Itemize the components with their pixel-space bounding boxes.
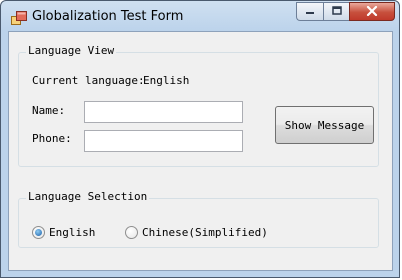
title-bar[interactable]: Globalization Test Form	[1, 1, 401, 33]
radio-chinese-simplified[interactable]: Chinese(Simplified)	[125, 226, 268, 239]
show-message-button[interactable]: Show Message	[275, 106, 374, 144]
minimize-icon	[305, 3, 315, 21]
current-language-label: Current language:	[32, 74, 145, 87]
phone-label: Phone:	[32, 132, 72, 145]
phone-input[interactable]	[84, 130, 243, 152]
close-icon	[366, 3, 378, 21]
minimize-button[interactable]	[296, 2, 323, 21]
language-view-legend: Language View	[26, 44, 117, 57]
close-button[interactable]	[349, 2, 395, 21]
caption-buttons	[296, 2, 395, 21]
current-language-value: English	[143, 74, 190, 87]
maximize-button[interactable]	[323, 2, 349, 21]
language-view-group: Language View Current language: English …	[18, 44, 379, 167]
radio-english-label[interactable]: English	[49, 226, 95, 239]
language-selection-legend: Language Selection	[26, 190, 150, 203]
name-label: Name:	[32, 104, 66, 117]
radio-english[interactable]: English	[32, 226, 95, 239]
maximize-icon	[331, 3, 342, 21]
window-app-icon[interactable]	[11, 11, 27, 25]
radio-selected-dot	[35, 229, 42, 236]
radio-chinese-label[interactable]: Chinese(Simplified)	[142, 226, 268, 239]
main-window: Globalization Test Form Language View Cu…	[0, 0, 400, 278]
language-selection-group: Language Selection English Chinese(Simpl…	[18, 190, 379, 248]
radio-english-circle[interactable]	[32, 226, 45, 239]
form-client-area: Language View Current language: English …	[8, 31, 393, 271]
radio-chinese-circle[interactable]	[125, 226, 138, 239]
name-input[interactable]	[84, 101, 243, 123]
window-title: Globalization Test Form	[32, 9, 184, 24]
